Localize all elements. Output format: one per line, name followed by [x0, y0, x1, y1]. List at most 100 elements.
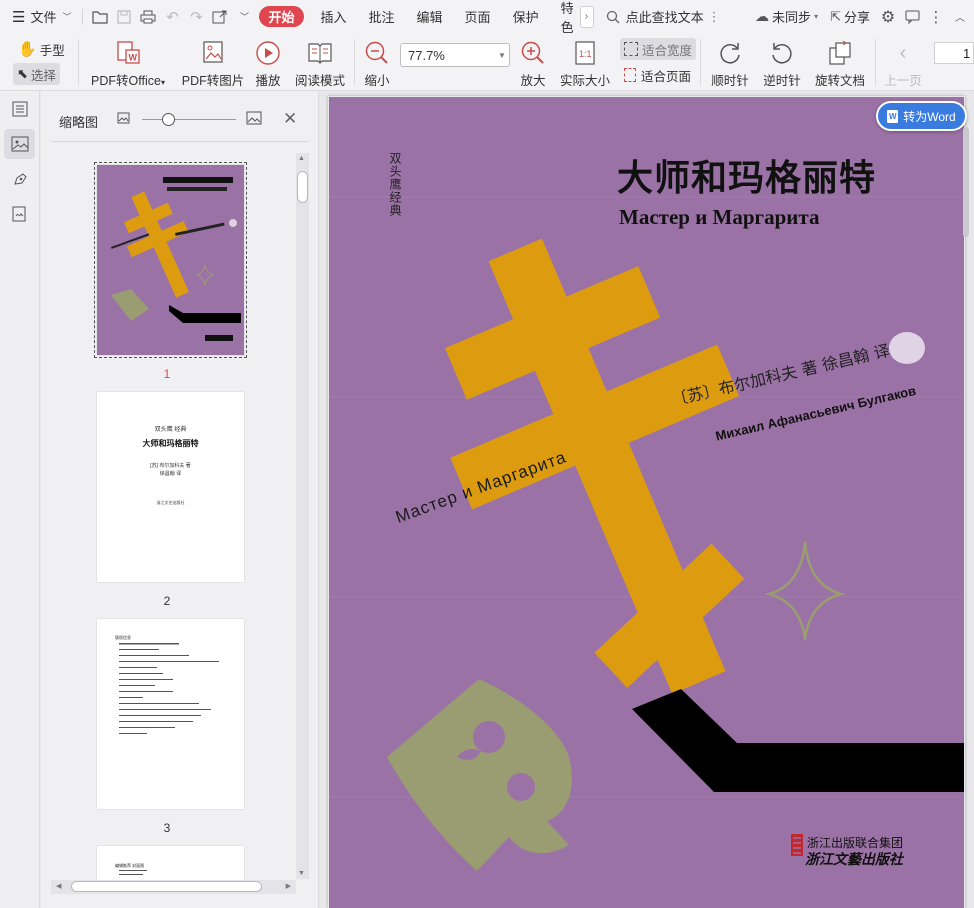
collapse-ribbon-icon[interactable]: ︿ [948, 0, 972, 33]
tab-insert[interactable]: 插入 [310, 0, 358, 33]
tab-start[interactable]: 开始 [259, 6, 304, 27]
pdf-to-image-label: PDF转图片 [181, 74, 245, 88]
scroll-right-arrow-icon[interactable]: ▶ [286, 882, 291, 890]
fit-width-button[interactable]: 适合宽度 [620, 38, 697, 60]
more-options-icon[interactable]: ⋮ [924, 0, 948, 33]
fit-width-label: 适合宽度 [642, 43, 693, 58]
file-menu[interactable]: ☰ 文件 ﹀ [0, 0, 77, 33]
actual-size-button[interactable]: 1:1 实际大小 [560, 38, 610, 89]
thumbnail-page-number: 2 [163, 594, 171, 608]
thumb2-title: 大师和玛格丽特 [142, 439, 199, 448]
cursor-icon: ⬉ [17, 66, 28, 81]
scrollbar-thumb[interactable] [963, 127, 969, 237]
rotate-counterclockwise-button[interactable]: 逆时针 [762, 38, 802, 89]
signature-icon[interactable] [4, 199, 35, 229]
convert-to-word-label: 转为Word [903, 109, 956, 124]
moon-shape [889, 332, 925, 364]
pdf-to-office-label: PDF转Office▾ [91, 70, 165, 89]
scroll-left-arrow-icon[interactable]: ◀ [56, 882, 61, 890]
thumbnail-page-1[interactable] [97, 165, 244, 355]
select-tool-button[interactable]: ⬉ 选择 [13, 63, 60, 85]
fit-page-button[interactable]: 适合页面 [620, 64, 695, 86]
thumbnail-page-2[interactable]: 双头鹰 经典 大师和玛格丽特 [苏] 布尔加科夫 著 徐昌翰 译 浙江文艺出版社 [97, 392, 244, 582]
scroll-down-arrow-icon[interactable]: ▼ [298, 870, 305, 877]
zoom-level-select[interactable]: 77.7% ▼ [400, 43, 510, 67]
thumbnail-vertical-scrollbar[interactable]: ▲ ▼ [296, 153, 309, 879]
scroll-up-arrow-icon[interactable]: ▲ [298, 155, 305, 162]
left-sidebar [0, 91, 40, 908]
tab-scroll-right-icon[interactable]: › [579, 5, 594, 28]
undo-icon[interactable]: ↶ [160, 0, 184, 33]
prev-page-button[interactable]: ‹ 上一页 [883, 38, 923, 89]
sync-label: 未同步 [772, 10, 812, 25]
zoom-in-button[interactable]: 放大 [518, 38, 548, 89]
stamp-icon[interactable] [4, 164, 35, 194]
thumbnail-size-slider-track[interactable] [142, 119, 236, 120]
scrollbar-thumb[interactable] [297, 171, 308, 203]
convert-to-word-button[interactable]: W 转为Word [876, 101, 967, 131]
thumbnail-horizontal-scrollbar[interactable]: ◀ ▶ [51, 880, 296, 894]
thumbnail-page-4[interactable]: 编辑推荐 封面图 [97, 846, 244, 880]
scrollbar-thumb[interactable] [71, 881, 262, 892]
tab-page[interactable]: 页面 [454, 0, 502, 33]
thumbnail-page-3[interactable]: 版权信息 [97, 619, 244, 809]
book-cover-page: 双头鹰经典 大师和玛格丽特 Мастер и Маргарита 〔苏〕布尔加科… [329, 97, 964, 908]
orthodox-cross-shape [445, 238, 745, 694]
export-icon[interactable] [208, 0, 232, 33]
select-label: 选择 [30, 68, 56, 83]
chevron-down-icon: ﹀ [62, 12, 72, 22]
settings-gear-icon[interactable]: ⚙ [876, 0, 900, 33]
play-button[interactable]: 播放 [252, 38, 284, 89]
open-folder-icon[interactable] [88, 0, 112, 33]
pdf-to-image-icon [201, 38, 225, 68]
divider [875, 39, 876, 85]
doc-vertical-scrollbar[interactable] [963, 127, 971, 247]
outline-icon[interactable] [4, 94, 35, 124]
message-icon[interactable] [900, 0, 924, 33]
ribbon-toolbar: ✋ 手型 ⬉ 选择 W PDF转Office▾ PDF转图片 播放 阅读模式 缩 [0, 33, 974, 91]
black-path-shape [632, 689, 964, 792]
fit-page-label: 适合页面 [641, 69, 692, 84]
pdf-to-office-text: PDF转Office [91, 74, 161, 88]
rotate-clockwise-button[interactable]: 顺时针 [710, 38, 750, 89]
cloud-icon: ☁ [755, 8, 770, 24]
read-mode-button[interactable]: 阅读模式 [295, 38, 345, 89]
thumbnail-panel: 缩略图 ✕ 1 双头鹰 经典 大师和玛格丽特 [苏] 布尔加科夫 著 徐昌翰 译… [41, 91, 319, 908]
divider [78, 39, 79, 85]
small-image-icon[interactable] [117, 112, 130, 127]
hand-tool-button[interactable]: ✋ 手型 [14, 38, 69, 60]
title-russian: Мастер и Маргарита [619, 205, 820, 229]
save-icon[interactable] [112, 0, 136, 33]
chevron-left-icon: ‹ [899, 41, 907, 64]
close-icon[interactable]: ✕ [283, 109, 297, 129]
menu-bar: ☰ 文件 ﹀ ↶ ↷ ﹀ 开始 插入 批注 编辑 页面 保护 特色 › 点此查找… [0, 0, 974, 33]
zoom-value: 77.7% [408, 47, 445, 63]
search-box[interactable]: 点此查找文本 ⋮ [600, 0, 727, 33]
rotate-counterclockwise-label: 逆时针 [763, 74, 801, 88]
file-menu-label: 文件 [30, 10, 57, 25]
tab-comment[interactable]: 批注 [358, 0, 406, 33]
dropdown-caret-icon: ▾ [160, 78, 165, 87]
tab-protect[interactable]: 保护 [502, 0, 550, 33]
thumbnail-size-slider-handle[interactable] [162, 113, 175, 126]
pdf-to-image-button[interactable]: PDF转图片 [182, 38, 244, 89]
tab-edit[interactable]: 编辑 [406, 0, 454, 33]
share-button[interactable]: ⇱ 分享 [824, 0, 876, 33]
zoom-out-button[interactable]: 缩小 [362, 38, 392, 89]
thumbnails-icon[interactable] [4, 129, 35, 159]
tab-features[interactable]: 特色 [550, 0, 580, 34]
document-view[interactable]: 双头鹰经典 大师和玛格丽特 Мастер и Маргарита 〔苏〕布尔加科… [319, 91, 974, 908]
thumb2-author: [苏] 布尔加科夫 著 [150, 463, 191, 469]
share-icon: ⇱ [830, 8, 841, 24]
print-icon[interactable] [136, 0, 160, 33]
thumb2-series: 双头鹰 经典 [154, 427, 187, 433]
sync-status[interactable]: ☁ 未同步 ▾ [749, 0, 824, 33]
page-number-input[interactable]: 1 [934, 42, 974, 64]
rotate-document-button[interactable]: 旋转文档 [814, 38, 866, 89]
hand-label: 手型 [39, 43, 65, 58]
pdf-to-office-button[interactable]: W PDF转Office▾ [88, 38, 168, 89]
more-dropdown-icon[interactable]: ﹀ [232, 0, 256, 33]
redo-icon[interactable]: ↷ [184, 0, 208, 33]
rotate-document-icon [827, 38, 853, 68]
large-image-icon[interactable] [246, 111, 262, 128]
